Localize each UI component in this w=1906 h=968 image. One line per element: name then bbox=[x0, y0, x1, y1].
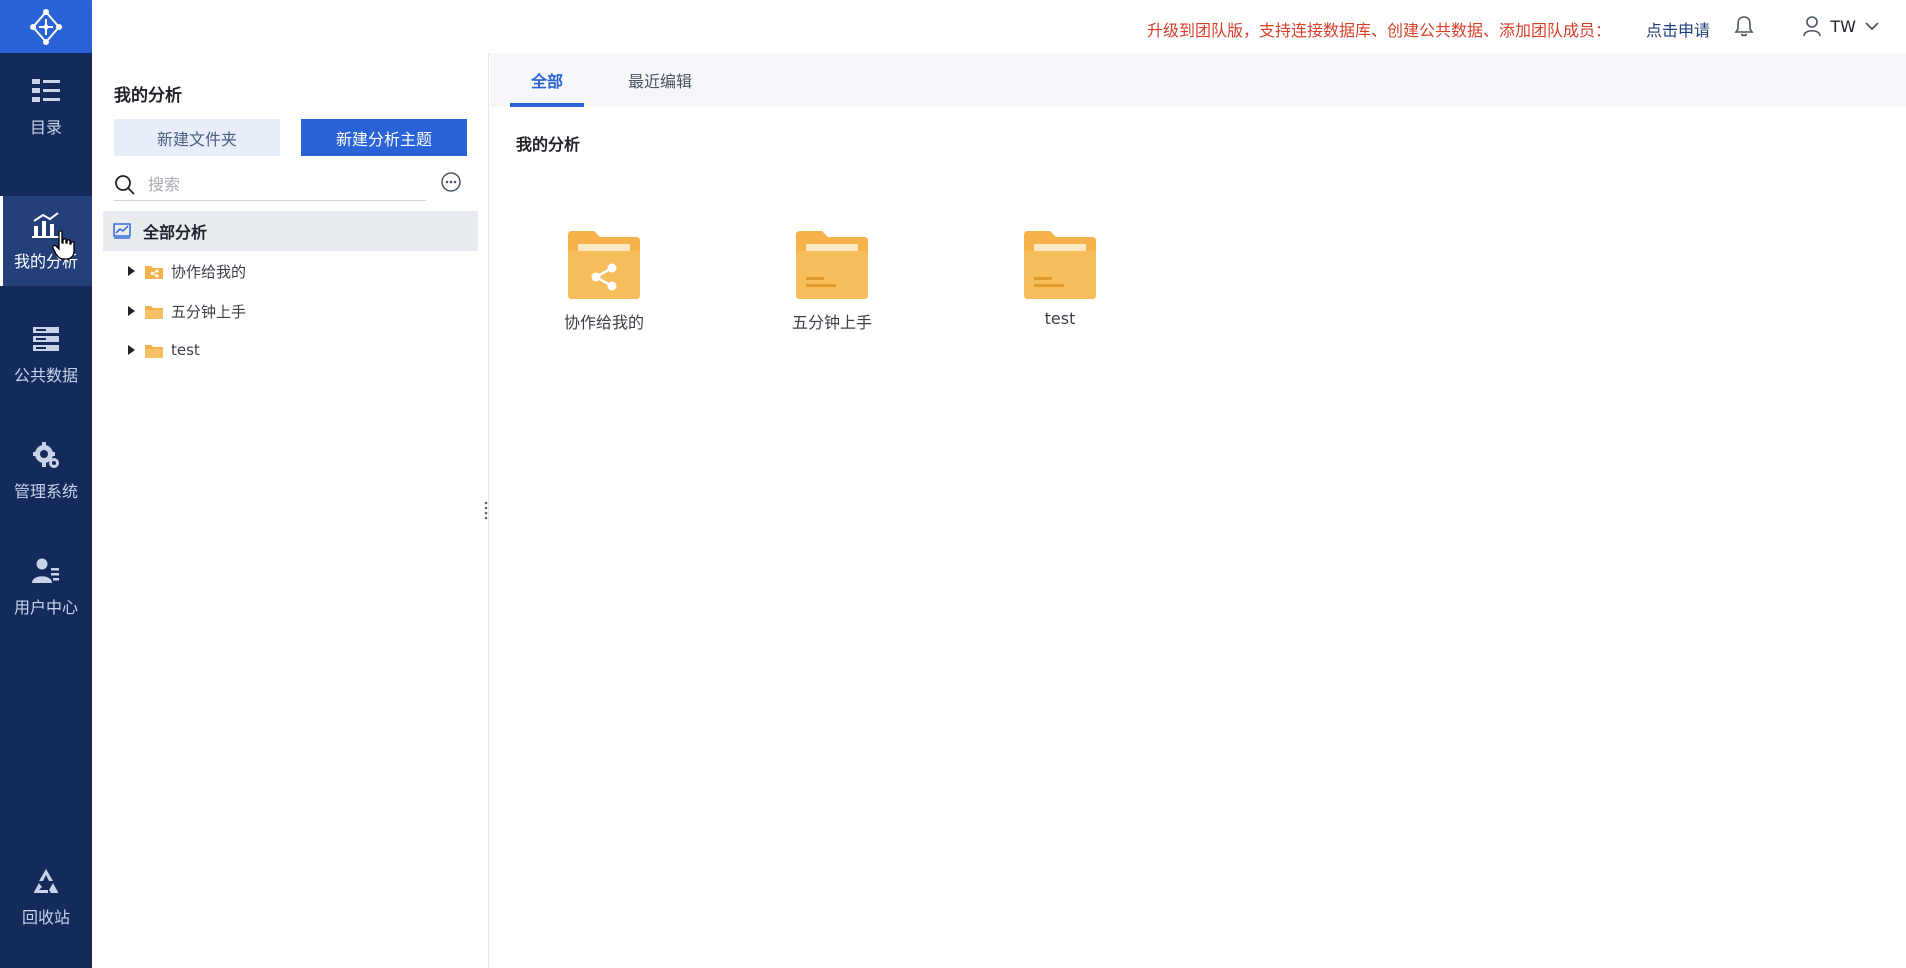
database-icon bbox=[31, 324, 61, 354]
upgrade-promo-text: 升级到团队版，支持连接数据库、创建公共数据、添加团队成员： bbox=[1146, 21, 1611, 40]
search-icon bbox=[115, 174, 135, 195]
nav-label-user-center: 用户中心 bbox=[13, 598, 78, 617]
chevron-down-icon bbox=[1865, 22, 1879, 31]
nav-label-admin: 管理系统 bbox=[13, 482, 78, 501]
main-content: 全部 最近编辑 我的分析 协作给我的 五分钟上手 test bbox=[490, 53, 1906, 968]
hand-cursor-icon bbox=[52, 230, 75, 260]
nav-label-catalog: 目录 bbox=[29, 118, 62, 137]
user-avatar-icon bbox=[1803, 16, 1822, 37]
gear-icon bbox=[31, 440, 61, 470]
tab-recent[interactable]: 最近编辑 bbox=[610, 53, 710, 107]
search-box bbox=[114, 169, 426, 201]
logo-icon bbox=[30, 8, 62, 45]
tree-item-label: 协作给我的 bbox=[171, 262, 247, 281]
nav-item-user-center[interactable]: 用户中心 bbox=[0, 542, 92, 632]
folder-icon bbox=[796, 231, 868, 299]
user-name: TW bbox=[1830, 16, 1856, 36]
app-logo[interactable] bbox=[0, 0, 92, 53]
expand-arrow-icon[interactable] bbox=[128, 306, 135, 316]
tree-root-label: 全部分析 bbox=[143, 223, 208, 242]
top-bar: 升级到团队版，支持连接数据库、创建公共数据、添加团队成员： 点击申请 TW bbox=[92, 0, 1906, 53]
folder-card-test[interactable]: test bbox=[990, 231, 1130, 351]
tree-item-test[interactable]: test bbox=[128, 334, 200, 366]
folder-icon bbox=[145, 304, 163, 319]
catalog-icon bbox=[31, 76, 61, 106]
notification-bell-icon[interactable] bbox=[1734, 15, 1754, 41]
nav-item-admin[interactable]: 管理系统 bbox=[0, 426, 92, 516]
tree-item-shared[interactable]: 协作给我的 bbox=[128, 255, 246, 287]
tree-item-quickstart[interactable]: 五分钟上手 bbox=[128, 295, 246, 327]
folder-icon bbox=[145, 343, 163, 358]
folder-card-shared[interactable]: 协作给我的 bbox=[534, 231, 674, 351]
panel-title: 我的分析 bbox=[114, 86, 182, 106]
shared-folder-icon bbox=[145, 264, 163, 279]
tree-root-all-analysis[interactable]: 全部分析 bbox=[103, 211, 478, 251]
expand-arrow-icon[interactable] bbox=[128, 266, 135, 276]
shared-folder-icon bbox=[568, 231, 640, 299]
folder-card-label: 五分钟上手 bbox=[791, 313, 872, 332]
tree-item-label: test bbox=[171, 341, 200, 359]
analysis-board-icon bbox=[113, 223, 131, 239]
new-analysis-topic-button[interactable]: 新建分析主题 bbox=[301, 119, 467, 156]
expand-arrow-icon[interactable] bbox=[128, 345, 135, 355]
section-title: 我的分析 bbox=[516, 135, 581, 154]
folder-icon bbox=[1024, 231, 1096, 299]
analysis-panel: 我的分析 新建文件夹 新建分析主题 全部分析 协作给我的 五分钟上手 test bbox=[92, 53, 489, 968]
more-options-icon[interactable] bbox=[440, 171, 462, 197]
user-menu[interactable]: TW bbox=[1802, 15, 1880, 37]
nav-item-my-analysis[interactable]: 我的分析 bbox=[0, 196, 92, 286]
tree-item-label: 五分钟上手 bbox=[171, 302, 247, 321]
recycle-icon bbox=[31, 866, 61, 896]
user-icon bbox=[31, 556, 61, 586]
nav-label-public-data: 公共数据 bbox=[13, 366, 78, 385]
search-input[interactable] bbox=[148, 175, 398, 194]
tab-all[interactable]: 全部 bbox=[510, 53, 584, 107]
folder-card-label: 协作给我的 bbox=[563, 313, 644, 332]
folder-card-label: test bbox=[1044, 309, 1076, 328]
left-nav: 目录 我的分析 公共数据 管理系统 用户中心 回收站 bbox=[0, 0, 92, 968]
nav-item-public-data[interactable]: 公共数据 bbox=[0, 310, 92, 400]
apply-link[interactable]: 点击申请 bbox=[1646, 17, 1710, 41]
nav-item-recycle-bin[interactable]: 回收站 bbox=[0, 852, 92, 942]
nav-item-catalog[interactable]: 目录 bbox=[0, 62, 92, 152]
nav-label-recycle-bin: 回收站 bbox=[21, 908, 70, 927]
new-folder-button[interactable]: 新建文件夹 bbox=[114, 119, 280, 156]
folder-card-quickstart[interactable]: 五分钟上手 bbox=[762, 231, 902, 351]
tab-bar: 全部 最近编辑 bbox=[490, 53, 1906, 107]
